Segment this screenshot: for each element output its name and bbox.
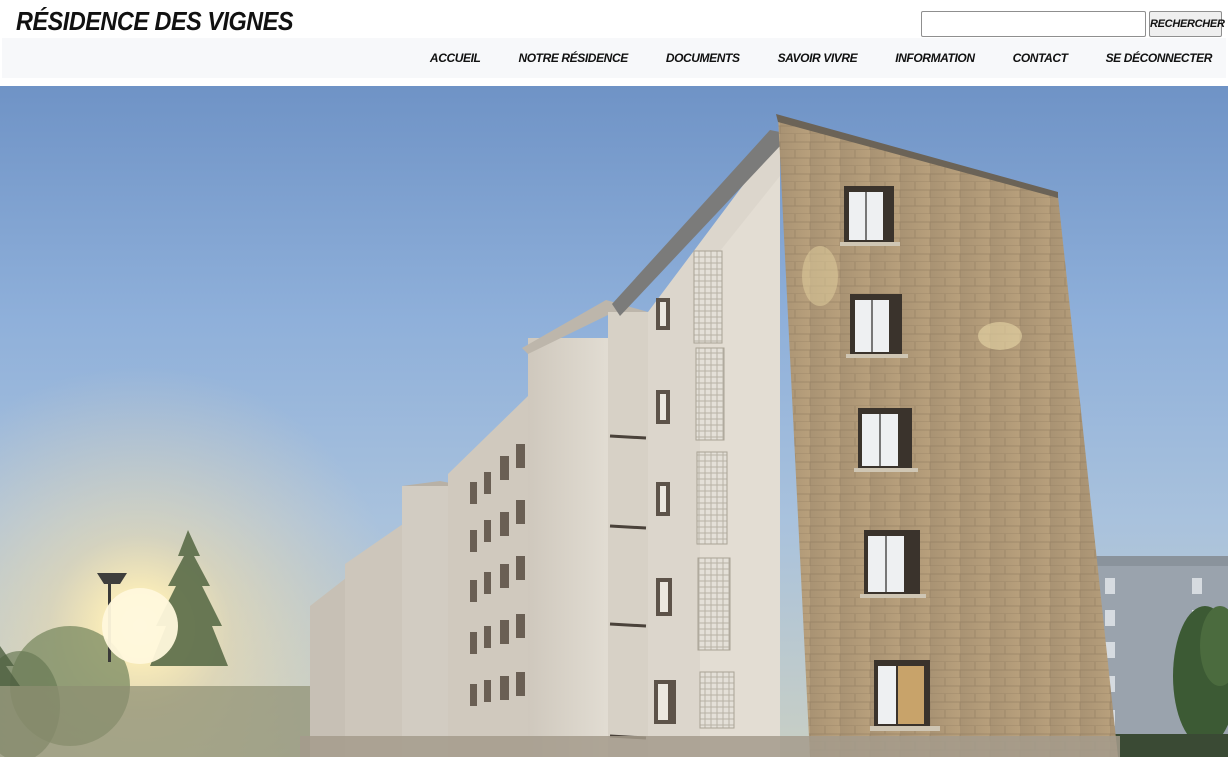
nav-link-documents[interactable]: DOCUMENTS bbox=[647, 51, 759, 65]
search-button[interactable]: RECHERCHER bbox=[1149, 11, 1225, 37]
site-title[interactable]: Résidence des Vignes bbox=[16, 6, 294, 37]
nav-link-notre-residence[interactable]: NOTRE RÉSIDENCE bbox=[499, 51, 646, 65]
search-input[interactable] bbox=[921, 11, 1146, 37]
nav-links: ACCUEIL NOTRE RÉSIDENCE DOCUMENTS SAVOIR… bbox=[411, 38, 1226, 78]
sun bbox=[102, 588, 178, 664]
nav-link-logout[interactable]: SE DÉCONNECTER bbox=[1087, 51, 1226, 65]
nav-link-savoir-vivre[interactable]: SAVOIR VIVRE bbox=[759, 51, 877, 65]
nav-link-information[interactable]: INFORMATION bbox=[876, 51, 993, 65]
nav-link-contact[interactable]: CONTACT bbox=[994, 51, 1087, 65]
nav-link-accueil[interactable]: ACCUEIL bbox=[411, 51, 500, 65]
hero-image bbox=[0, 86, 1228, 757]
hero-building-illustration bbox=[0, 114, 1228, 757]
ground bbox=[300, 736, 1120, 757]
building-brick-gable bbox=[776, 114, 1118, 757]
main-navbar: ACCUEIL NOTRE RÉSIDENCE DOCUMENTS SAVOIR… bbox=[2, 38, 1226, 78]
